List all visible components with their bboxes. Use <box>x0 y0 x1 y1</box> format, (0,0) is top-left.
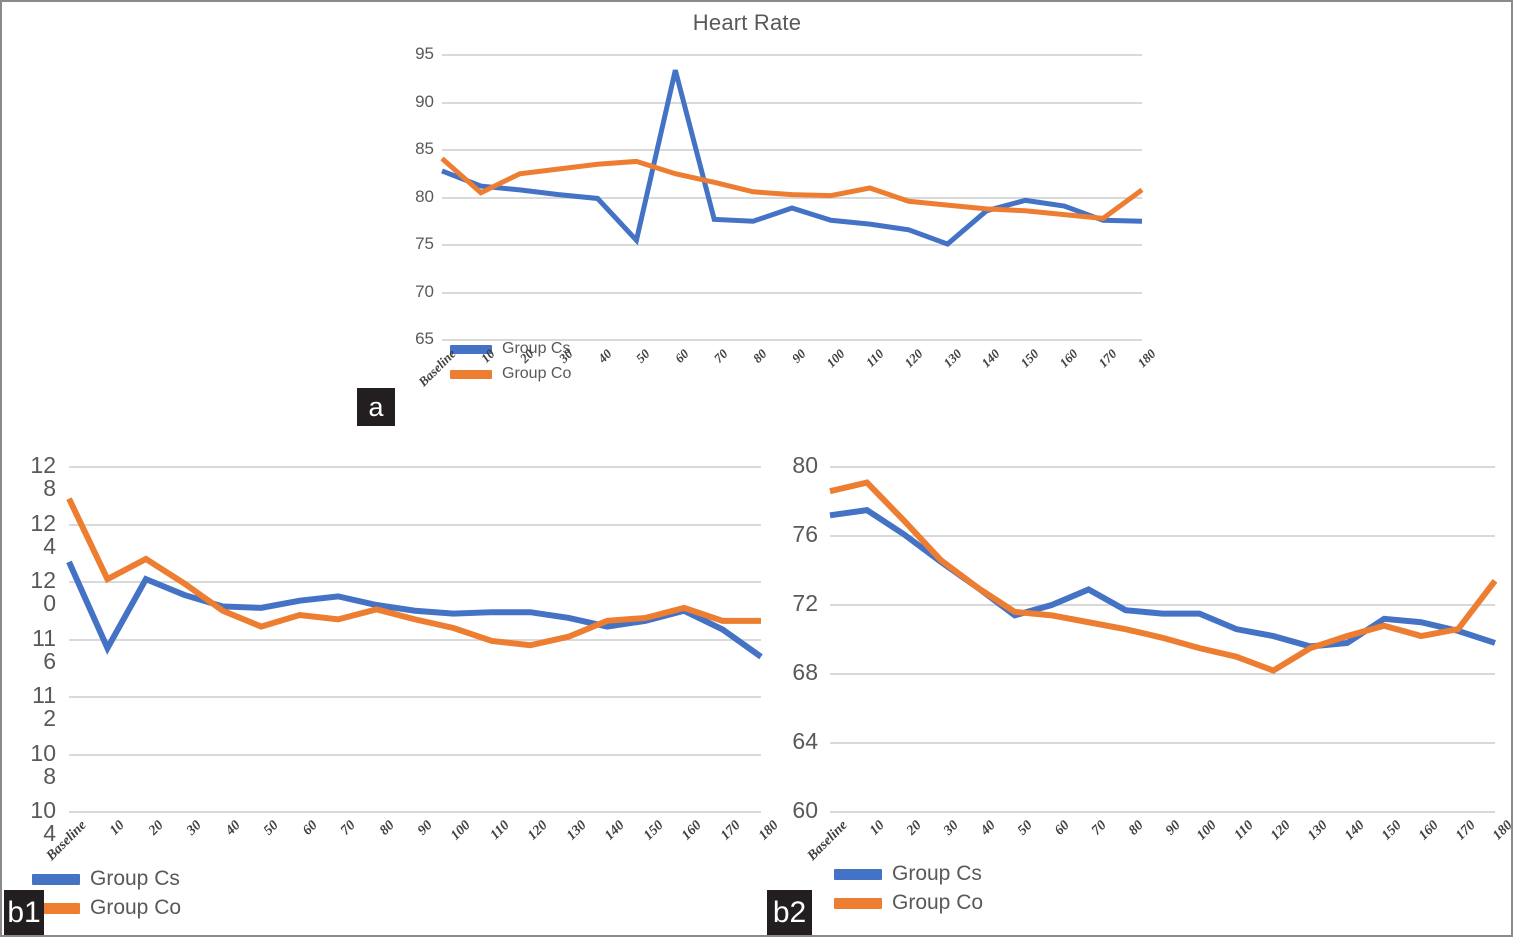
y-axis-tick-label: 72 <box>792 590 818 616</box>
chart-panel-a: Heart Rate Group Cs Group Co a 95 90 85 80 7… <box>332 2 1162 442</box>
y-axis-tick-label: 120 <box>30 567 56 616</box>
chart-b2-plot-area <box>829 466 1498 813</box>
series-line-group-cs <box>441 69 1143 247</box>
y-axis-tick-label: 116 <box>32 624 56 674</box>
y-axis-tick-label: 76 <box>792 521 818 547</box>
y-axis-tick-label: 80 <box>792 452 818 478</box>
y-axis-tick-label: 104 <box>30 797 56 846</box>
chart-a-title: Heart Rate <box>692 10 802 35</box>
y-axis-tick-label: 68 <box>792 659 818 685</box>
chart-series-group <box>829 479 1498 674</box>
y-axis-tick-label: 112 <box>32 682 56 731</box>
series-line-group-co <box>829 479 1498 674</box>
y-axis-tick-label: 85 <box>415 139 434 158</box>
figure-container: Heart Rate Group Cs Group Co a 95 90 85 80 7… <box>0 0 1513 937</box>
y-axis-tick-label: 80 <box>415 186 434 206</box>
y-axis-tick-label: 64 <box>792 728 818 754</box>
series-line-group-co <box>66 497 761 649</box>
y-axis-tick-label: 70 <box>415 281 434 301</box>
y-axis-tick-label: 124 <box>30 509 56 559</box>
y-axis-tick-label: 108 <box>30 739 56 789</box>
chart-series-group <box>440 69 1144 247</box>
y-axis-tick-label: 65 <box>415 329 434 348</box>
y-axis-tick-label: 60 <box>792 797 818 823</box>
chart-panel-b2: Group Cs Group Co b2 80 76 72 68 64 60 Baselin… <box>764 442 1511 935</box>
y-axis-tick-label: 128 <box>30 452 56 501</box>
y-axis-tick-label: 75 <box>415 234 434 253</box>
chart-series-group <box>66 497 763 660</box>
y-axis-tick-label: 95 <box>415 44 434 63</box>
chart-a-plot-area <box>440 54 1144 341</box>
chart-panel-b1: Group Cs Group Co b1 128 124 120 116 112 108 1… <box>4 442 782 935</box>
y-axis-tick-label: 90 <box>415 91 434 111</box>
chart-b1-plot-area <box>66 466 763 813</box>
legend-item-group-cs: Group Cs <box>450 340 571 358</box>
